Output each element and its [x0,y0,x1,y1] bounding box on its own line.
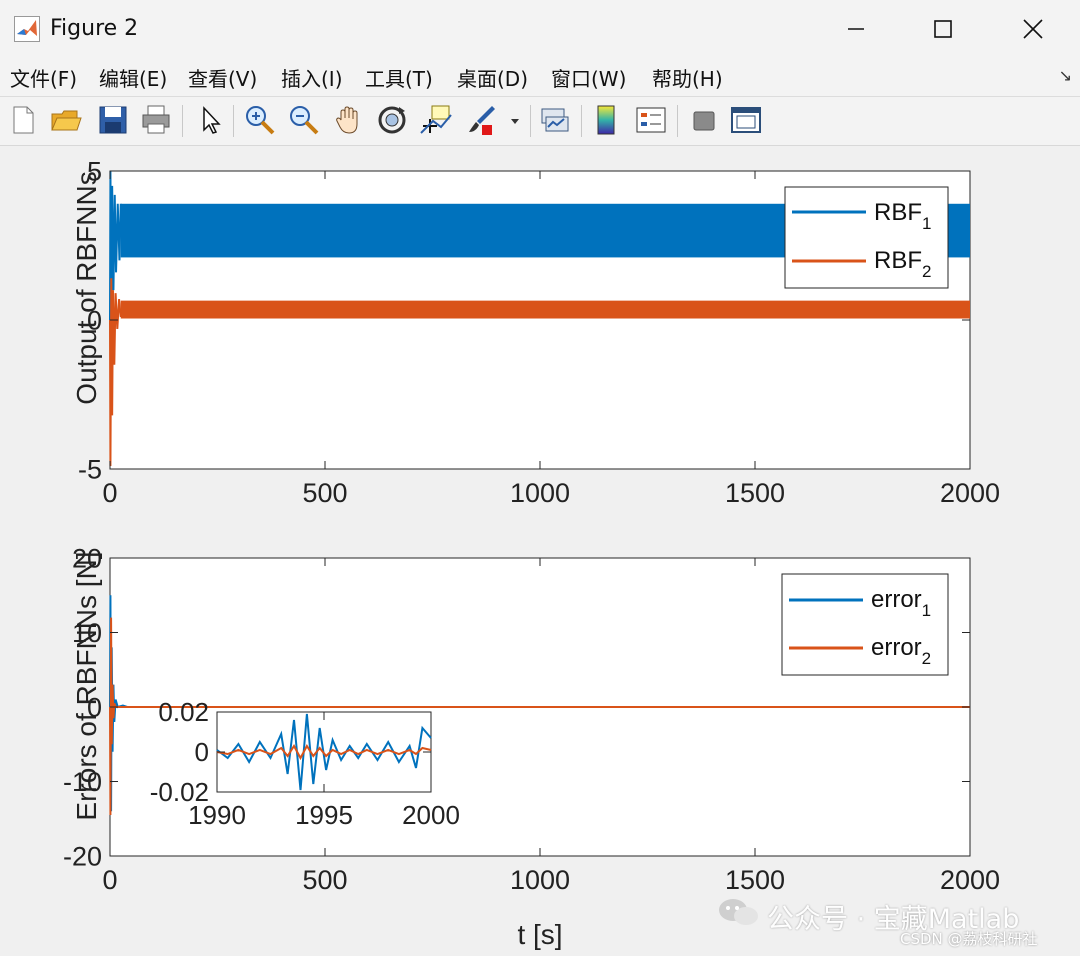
menu-expand-icon[interactable]: ↘ [1059,66,1072,85]
open-folder-icon[interactable] [49,103,83,137]
axes-bottom-ylabel: Errors of RBFNNs [N] [71,551,102,820]
axes-top-xtick-label: 1500 [725,478,785,508]
maximize-button[interactable] [913,6,973,52]
axes-top-xtick-label: 1000 [510,478,570,508]
inset-ytick-label: 0.02 [158,697,209,727]
plot-area: 0 500 1000 1500 2000-505 Output of RBFNNs RB… [63,156,1000,950]
axes-bottom-xlabel: t [s] [517,919,562,950]
print-icon[interactable] [139,103,173,137]
inset-xtick-label: 1995 [295,800,353,830]
zoom-out-icon[interactable] [287,103,321,137]
axes-top-xtick-label: 2000 [940,478,1000,508]
menu-edit[interactable]: 编辑(E) [99,63,167,92]
window-title: Figure 2 [50,16,139,41]
axes-top-xtick-label: 0 [102,478,117,508]
axes-top-ytick-label: -5 [78,454,102,484]
rotate-3d-icon[interactable] [375,103,409,137]
save-icon[interactable] [96,103,130,137]
window-titlebar: Figure 2 [0,0,1080,58]
maximize-icon [934,20,952,38]
axes-bottom-xtick-label: 1000 [510,865,570,895]
axes-top-xtick-label: 500 [302,478,347,508]
figure-toolbar [0,97,1080,146]
inset-ytick-label: 0 [195,737,209,767]
close-icon [1023,19,1043,39]
colorbar-icon[interactable] [590,103,624,137]
brush-icon[interactable] [464,103,498,137]
figure-canvas: 0 500 1000 1500 2000 -5 0 5 Output of RBFNNs RB… [0,146,1080,956]
axes-bottom: 0 500 1000 1500 2000-20-1001020 Errors of RB… [63,543,1000,950]
axes-bottom-xtick-label: 1500 [725,865,785,895]
close-button[interactable] [1003,6,1063,52]
axes-bottom-ytick-label: -20 [63,841,102,871]
menu-help[interactable]: 帮助(H) [652,63,723,92]
axes-bottom-xtick-label: 500 [302,865,347,895]
data-cursor-icon[interactable] [419,103,453,137]
dock-icon[interactable] [729,103,763,137]
zoom-in-icon[interactable] [243,103,277,137]
legend-bottom: error1 error2 [781,573,949,676]
inset-ytick-label: -0.02 [150,777,209,807]
axes-top: 0 500 1000 1500 2000-505 Output of RBFNNs RB… [71,156,1000,508]
new-file-icon[interactable] [6,103,40,137]
axes-bottom-xtick-label: 2000 [940,865,1000,895]
pointer-icon[interactable] [193,103,227,137]
chevron-down-icon[interactable] [505,103,525,137]
matlab-logo-icon [14,16,40,42]
minimize-icon [848,28,864,30]
menu-file[interactable]: 文件(F) [10,63,77,92]
axes-top-ylabel: Output of RBFNNs [71,171,102,404]
series-rbf2-band [120,300,970,319]
menu-window[interactable]: 窗口(W) [551,63,626,92]
minimize-button[interactable] [826,6,886,52]
csdn-watermark: CSDN @荔枝科研社 [900,930,1038,948]
link-plot-icon[interactable] [538,103,572,137]
pan-hand-icon[interactable] [332,103,366,137]
hide-tools-icon[interactable] [687,103,721,137]
menu-tools[interactable]: 工具(T) [365,63,433,92]
legend-icon[interactable] [634,103,668,137]
axes-bottom-xtick-label: 0 [102,865,117,895]
inset-xtick-label: 2000 [402,800,460,830]
wechat-logo-icon [719,899,758,925]
menu-view[interactable]: 查看(V) [188,63,257,92]
menu-bar: 文件(F) 编辑(E) 查看(V) 插入(I) 工具(T) 桌面(D) 窗口(W… [0,58,1080,97]
menu-desktop[interactable]: 桌面(D) [457,63,528,92]
menu-insert[interactable]: 插入(I) [281,63,343,92]
legend-top: RBF1 RBF2 [784,186,949,289]
